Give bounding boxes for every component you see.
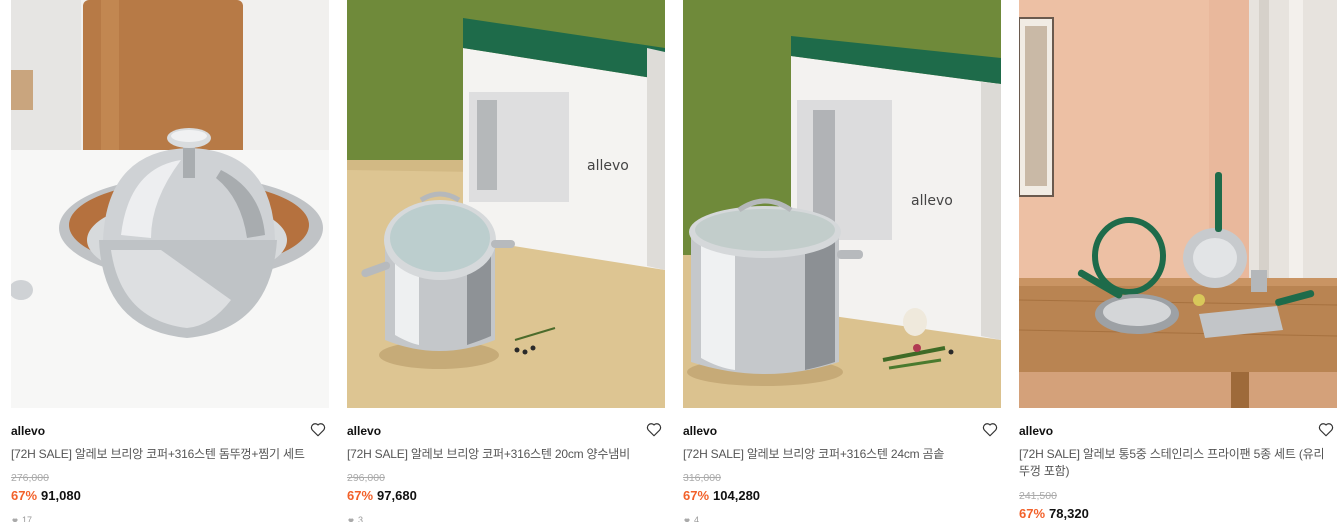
dome-steamer-photo bbox=[11, 0, 329, 408]
original-price: 296,000 bbox=[347, 472, 385, 484]
pot-20cm-photo: allevo bbox=[347, 0, 665, 408]
sale-price: 97,680 bbox=[377, 488, 417, 503]
product-card[interactable]: allevo allevo [72H SALE] 알레보 브리앙 코퍼+316스… bbox=[347, 0, 665, 522]
heart-icon[interactable] bbox=[1317, 420, 1335, 438]
like-count-value: 17 bbox=[22, 515, 33, 522]
price-row: 67% 97,680 bbox=[347, 488, 417, 503]
product-grid: allevo [72H SALE] 알레보 브리앙 코퍼+316스텐 돔뚜껑+찜… bbox=[0, 0, 1340, 522]
original-price: 276,000 bbox=[11, 472, 49, 484]
heart-icon[interactable] bbox=[981, 420, 999, 438]
price-row: 67% 78,320 bbox=[1019, 506, 1089, 521]
product-title[interactable]: [72H SALE] 알레보 통5중 스테인리스 프라이팬 5종 세트 (유리뚜… bbox=[1019, 446, 1335, 480]
sale-price: 78,320 bbox=[1049, 506, 1089, 521]
heart-icon[interactable] bbox=[309, 420, 327, 438]
sale-price: 104,280 bbox=[713, 488, 761, 503]
discount-rate: 67% bbox=[347, 488, 374, 503]
like-count-value: 4 bbox=[694, 515, 700, 522]
brand-name[interactable]: allevo bbox=[683, 424, 717, 438]
product-card[interactable]: allevo [72H SALE] 알레보 통5중 스테인리스 프라이팬 5종 … bbox=[1019, 0, 1337, 522]
heart-small-icon bbox=[348, 518, 354, 522]
product-title[interactable]: [72H SALE] 알레보 브리앙 코퍼+316스텐 24cm 곰솥 bbox=[683, 446, 999, 463]
like-count: 17 bbox=[11, 515, 32, 522]
product-card[interactable]: allevo [72H SALE] 알레보 브리앙 코퍼+316스텐 돔뚜껑+찜… bbox=[11, 0, 329, 522]
like-count: 4 bbox=[683, 515, 699, 522]
discount-rate: 67% bbox=[683, 488, 710, 503]
box-logo-text: allevo bbox=[911, 193, 953, 209]
like-count: 3 bbox=[347, 515, 363, 522]
product-image[interactable]: allevo bbox=[683, 0, 1001, 408]
heart-icon[interactable] bbox=[645, 420, 663, 438]
discount-rate: 67% bbox=[1019, 506, 1046, 521]
heart-small-icon bbox=[684, 518, 690, 522]
product-title[interactable]: [72H SALE] 알레보 브리앙 코퍼+316스텐 20cm 양수냄비 bbox=[347, 446, 663, 463]
brand-name[interactable]: allevo bbox=[1019, 424, 1053, 438]
sale-price: 91,080 bbox=[41, 488, 81, 503]
original-price: 316,000 bbox=[683, 472, 721, 484]
heart-small-icon bbox=[12, 518, 18, 522]
price-row: 67% 104,280 bbox=[683, 488, 760, 503]
product-title[interactable]: [72H SALE] 알레보 브리앙 코퍼+316스텐 돔뚜껑+찜기 세트 bbox=[11, 446, 327, 463]
original-price: 241,500 bbox=[1019, 490, 1057, 502]
price-row: 67% 91,080 bbox=[11, 488, 81, 503]
brand-name[interactable]: allevo bbox=[11, 424, 45, 438]
stockpot-24cm-photo: allevo bbox=[683, 0, 1001, 408]
frypan-set-photo bbox=[1019, 0, 1337, 408]
discount-rate: 67% bbox=[11, 488, 38, 503]
product-card[interactable]: allevo allevo [72H SALE] 알레보 브리앙 코퍼+316스… bbox=[683, 0, 1001, 522]
product-image[interactable] bbox=[11, 0, 329, 408]
brand-name[interactable]: allevo bbox=[347, 424, 381, 438]
product-image[interactable] bbox=[1019, 0, 1337, 408]
box-logo-text: allevo bbox=[587, 158, 629, 174]
like-count-value: 3 bbox=[358, 515, 364, 522]
product-image[interactable]: allevo bbox=[347, 0, 665, 408]
